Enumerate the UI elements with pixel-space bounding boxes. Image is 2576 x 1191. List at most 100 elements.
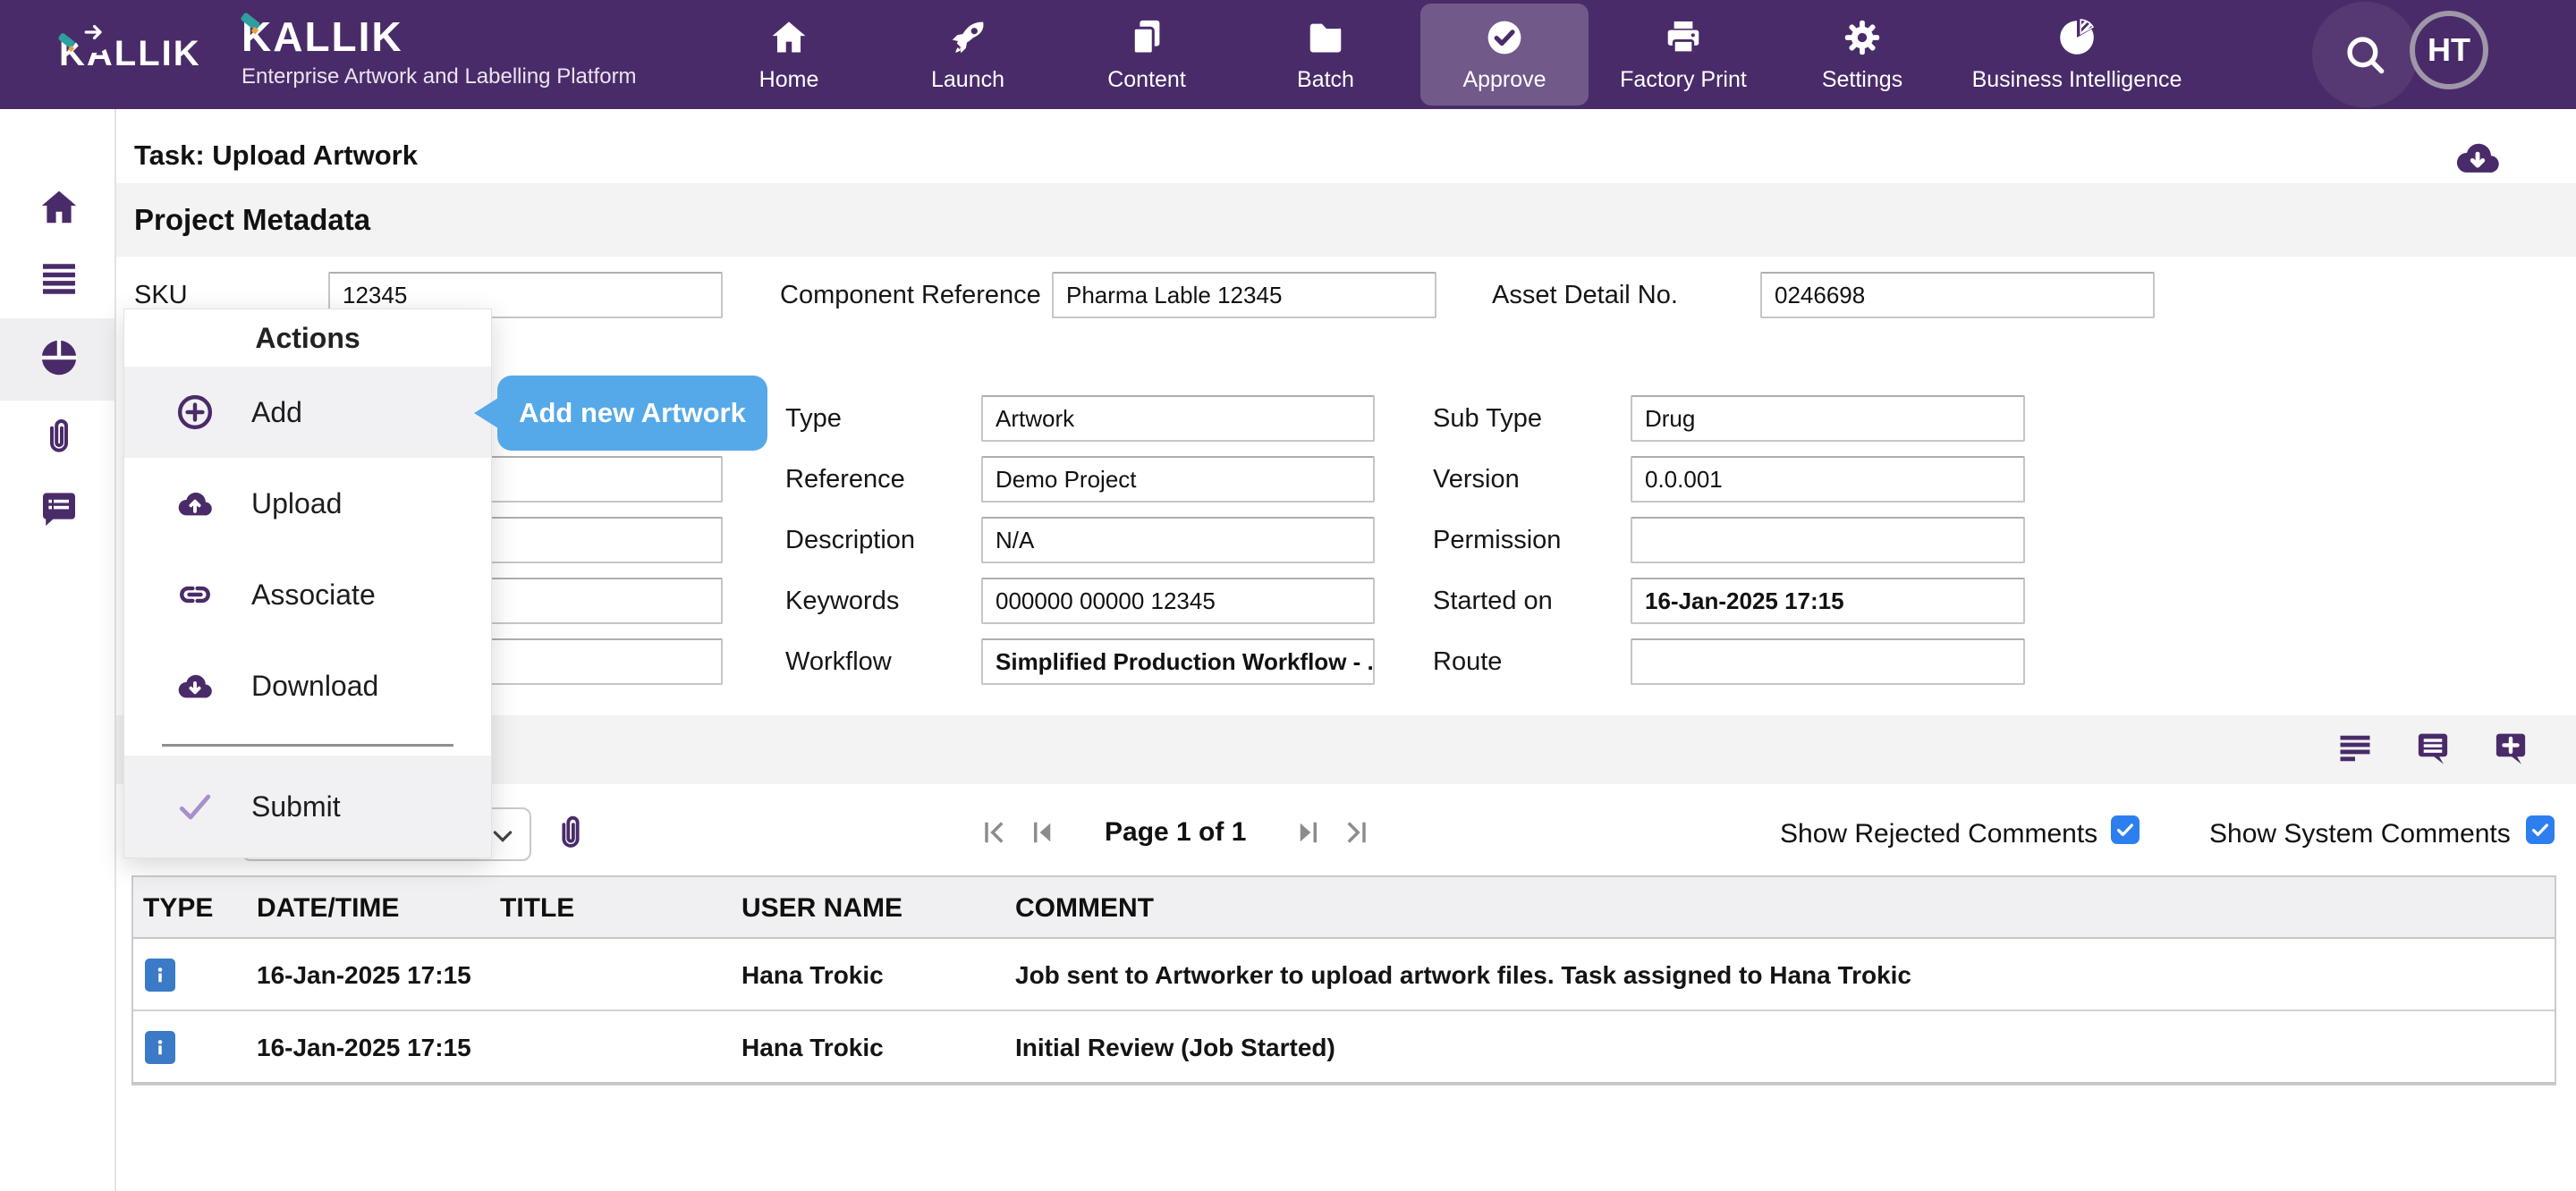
align-left-icon[interactable]: [2335, 730, 2375, 769]
version-field[interactable]: 0.0.001: [1631, 456, 2025, 503]
kallik-logo-title: KALLIK: [242, 14, 637, 59]
comments-table: TYPE DATE/TIME TITLE USER NAME COMMENT 1…: [131, 875, 2556, 1085]
nav-item-content[interactable]: Content: [1057, 0, 1236, 109]
sub-type-label: Sub Type: [1433, 395, 1542, 442]
nav-label: Factory Print: [1620, 67, 1747, 93]
search-icon: [2342, 31, 2388, 78]
rocket-icon: [947, 17, 988, 58]
version-label: Version: [1433, 456, 1520, 503]
started-on-field[interactable]: 16-Jan-2025 17:15: [1631, 578, 2025, 624]
documents-icon: [1126, 17, 1167, 58]
add-comment-icon[interactable]: [2491, 730, 2530, 769]
check-icon: [2114, 818, 2137, 841]
home-icon: [768, 17, 809, 58]
column-header-title: TITLE: [500, 877, 574, 939]
nav-item-launch[interactable]: Launch: [878, 0, 1057, 109]
column-header-type: TYPE: [143, 877, 213, 939]
nav-item-business-intelligence[interactable]: Business Intelligence: [1952, 0, 2202, 109]
sub-type-field[interactable]: Drug: [1631, 395, 2025, 442]
show-system-comments-label: Show System Comments: [2209, 819, 2511, 849]
show-rejected-comments-label: Show Rejected Comments: [1780, 819, 2097, 849]
show-rejected-comments-checkbox[interactable]: [2111, 815, 2140, 844]
asset-detail-no-field[interactable]: 0246698: [1760, 272, 2155, 318]
check-icon: [174, 786, 216, 827]
download-task-icon[interactable]: [2452, 131, 2504, 183]
previous-page-button[interactable]: [1027, 816, 1059, 849]
chevron-down-icon: [488, 822, 517, 850]
menu-item-label: Associate: [251, 579, 376, 612]
description-field[interactable]: N/A: [981, 517, 1375, 563]
sidebar-item-home[interactable]: [38, 186, 80, 229]
user-avatar[interactable]: HT: [2410, 11, 2488, 89]
sidebar-item-attachments[interactable]: [38, 415, 80, 458]
sidebar-item-comments[interactable]: [38, 488, 80, 531]
nav-label: Home: [759, 67, 819, 93]
pie-chart-icon: [2056, 17, 2097, 58]
search-button[interactable]: [2312, 2, 2418, 107]
nav-item-approve[interactable]: Approve: [1415, 0, 1594, 109]
primary-nav: Home Launch Content Batch Approve Factor…: [699, 0, 2202, 109]
kallik-logo-subtitle: Enterprise Artwork and Labelling Platfor…: [242, 64, 637, 89]
add-new-artwork-tooltip: Add new Artwork: [497, 376, 767, 451]
nav-item-settings[interactable]: Settings: [1773, 0, 1952, 109]
info-icon: [145, 959, 175, 992]
nav-item-batch[interactable]: Batch: [1236, 0, 1415, 109]
printer-icon: [1663, 17, 1704, 58]
keywords-field[interactable]: 000000 00000 12345: [981, 578, 1375, 624]
component-reference-label: Component Reference: [780, 272, 1041, 318]
first-page-button[interactable]: [979, 816, 1011, 849]
arrow-right-icon: [81, 20, 106, 45]
cell-username: Hana Trokic: [741, 1011, 884, 1084]
menu-item-label: Add: [251, 396, 302, 429]
workflow-field[interactable]: Simplified Production Workflow - ...: [981, 638, 1375, 685]
menu-item-label: Submit: [251, 790, 341, 824]
asset-detail-no-label: Asset Detail No.: [1492, 272, 1678, 318]
type-field[interactable]: Artwork: [981, 395, 1375, 442]
nav-item-home[interactable]: Home: [699, 0, 878, 109]
menu-item-upload[interactable]: Upload: [124, 458, 491, 549]
menu-item-download[interactable]: Download: [124, 640, 491, 731]
menu-item-associate[interactable]: Associate: [124, 549, 491, 640]
info-icon: [145, 1031, 175, 1064]
attachment-paperclip-icon[interactable]: [550, 812, 591, 853]
check-icon: [2529, 818, 2552, 841]
table-row[interactable]: 16-Jan-2025 17:15 Hana Trokic Job sent t…: [133, 939, 2555, 1011]
column-header-comment: COMMENT: [1015, 877, 1154, 939]
description-label: Description: [785, 517, 915, 563]
route-field[interactable]: [1631, 638, 2025, 685]
actions-menu: Actions Add Upload Associate Download Su…: [123, 308, 492, 858]
started-on-label: Started on: [1433, 578, 1553, 624]
comments-pagination: Page 1 of 1: [970, 809, 1380, 856]
nav-label: Content: [1107, 67, 1186, 93]
reference-field[interactable]: Demo Project: [981, 456, 1375, 503]
page-title: Task: Upload Artwork: [134, 139, 418, 172]
kallik-logo-main: KALLIK Enterprise Artwork and Labelling …: [242, 14, 637, 89]
next-page-button[interactable]: [1292, 816, 1324, 849]
gear-icon: [1842, 17, 1883, 58]
last-page-button[interactable]: [1340, 816, 1372, 849]
check-circle-icon: [1484, 17, 1525, 58]
menu-item-submit[interactable]: Submit: [124, 756, 491, 857]
menu-divider: [162, 744, 453, 747]
type-label: Type: [785, 395, 842, 442]
sidebar-item-tasks[interactable]: [38, 336, 80, 379]
tooltip-text: Add new Artwork: [519, 397, 746, 429]
table-row[interactable]: 16-Jan-2025 17:15 Hana Trokic Initial Re…: [133, 1011, 2555, 1084]
menu-item-add[interactable]: Add: [124, 367, 491, 458]
left-sidebar: [0, 109, 116, 1191]
keywords-label: Keywords: [785, 578, 899, 624]
cell-comment: Initial Review (Job Started): [1015, 1011, 1335, 1084]
comment-bubble-icon[interactable]: [2413, 730, 2453, 769]
nav-item-factory-print[interactable]: Factory Print: [1594, 0, 1773, 109]
nav-label: Settings: [1822, 67, 1902, 93]
sidebar-expand-button[interactable]: [73, 12, 114, 53]
menu-item-label: Download: [251, 670, 378, 703]
permission-field[interactable]: [1631, 517, 2025, 563]
section-title: Project Metadata: [134, 183, 370, 257]
column-header-datetime: DATE/TIME: [257, 877, 399, 939]
link-icon: [174, 574, 216, 615]
show-system-comments-checkbox[interactable]: [2526, 815, 2555, 844]
sidebar-item-list[interactable]: [38, 258, 80, 300]
component-reference-field[interactable]: Pharma Lable 12345: [1052, 272, 1436, 318]
nav-label: Launch: [931, 67, 1004, 93]
